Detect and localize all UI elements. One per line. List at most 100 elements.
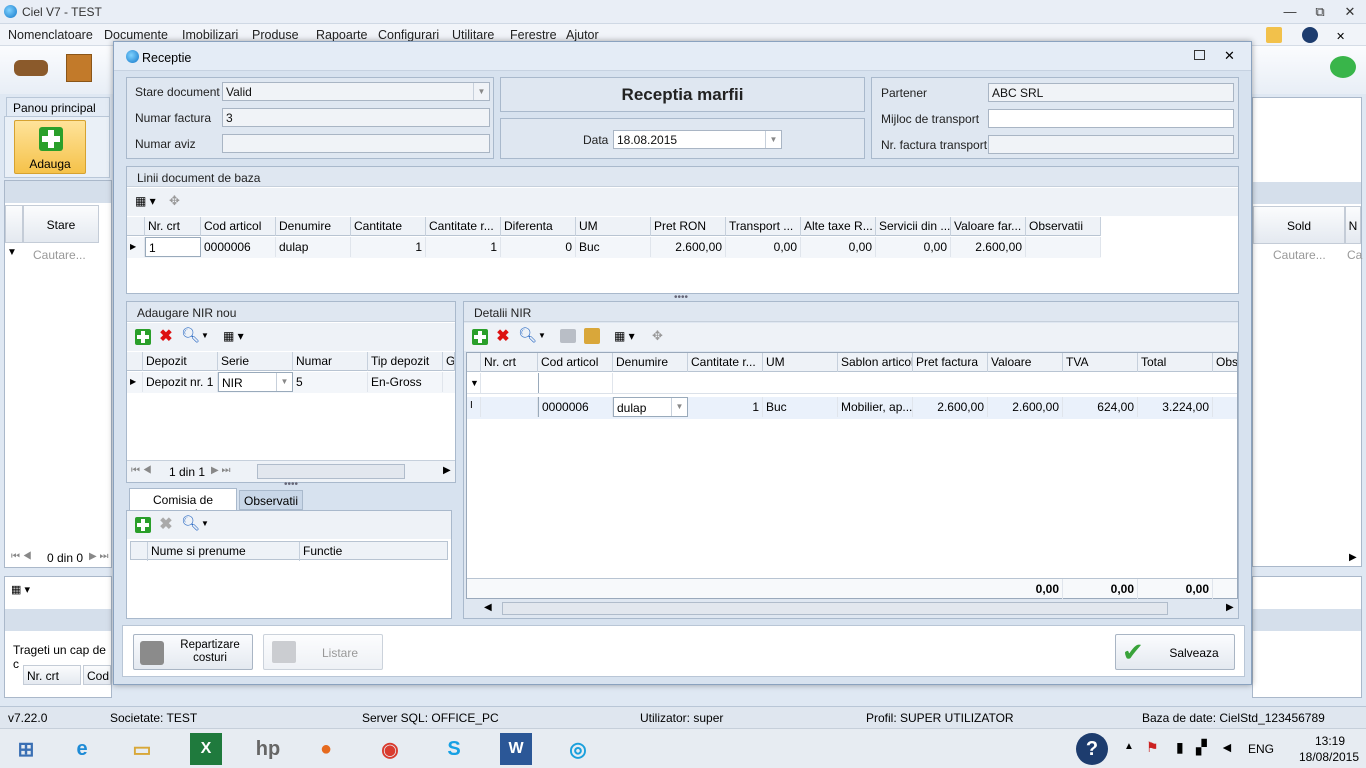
delete-icon[interactable]: ✖ <box>495 329 511 345</box>
col-denumire[interactable]: Denumire <box>613 353 688 372</box>
handshake-icon[interactable] <box>14 60 48 76</box>
move-icon[interactable]: ✥ <box>169 193 180 209</box>
cell-pret-factura[interactable]: 2.600,00 <box>913 397 988 417</box>
chevron-down-icon[interactable]: ▼ <box>473 83 489 100</box>
data-field[interactable]: 18.08.2015 ▼ <box>613 130 782 149</box>
chat-icon[interactable] <box>1330 56 1356 78</box>
skype-icon[interactable]: S <box>434 733 474 765</box>
battery-icon[interactable]: ▮ <box>1176 739 1184 756</box>
cell-diferenta[interactable]: 0 <box>501 237 576 257</box>
cell-tva[interactable]: 624,00 <box>1063 397 1138 417</box>
add-icon[interactable] <box>135 329 151 345</box>
adauga-button[interactable]: Adauga <box>14 120 86 174</box>
menu-rapoarte[interactable]: Rapoarte <box>316 28 367 42</box>
cell-nr-crt[interactable]: 1 <box>145 237 201 257</box>
cell-cod-articol[interactable]: 0000006 <box>201 237 276 257</box>
pager-first-icon[interactable]: ⏮ ◀ <box>11 551 32 562</box>
delete-icon[interactable]: ✖ <box>158 517 174 533</box>
close-icon[interactable]: ✕ <box>1336 30 1345 43</box>
search-cell[interactable]: Cautare... <box>33 248 86 262</box>
tab-comisia[interactable]: Comisia de receptie <box>129 488 237 521</box>
filter-row[interactable]: ▼ <box>467 373 1237 394</box>
explorer-icon[interactable]: ▭ <box>122 733 162 765</box>
chevron-down-icon[interactable]: ▼ <box>276 373 292 391</box>
col-depozit[interactable]: Depozit <box>143 352 218 371</box>
cell-pret-ron[interactable]: 2.600,00 <box>651 237 726 257</box>
col-valoare[interactable]: Valoare far... <box>951 217 1026 236</box>
search-icon[interactable]: 🔍︎ <box>181 328 200 344</box>
menu-configurari[interactable]: Configurari <box>378 28 439 42</box>
column-n[interactable]: N <box>1345 206 1361 244</box>
help-icon[interactable] <box>1302 27 1318 43</box>
cell-denumire[interactable]: dulap ▼ <box>613 397 688 417</box>
cell-denumire[interactable]: dulap <box>276 237 351 257</box>
print-icon[interactable] <box>560 329 576 343</box>
layout-icon[interactable]: ▦ ▾ <box>135 194 156 208</box>
layout-icon[interactable]: ▦ ▾ <box>223 329 244 343</box>
move-icon[interactable]: ✥ <box>652 328 663 344</box>
transport-field[interactable] <box>988 109 1234 128</box>
search-cell-right[interactable]: Cautare... <box>1273 248 1326 262</box>
close-button[interactable]: ✕ <box>1338 3 1362 21</box>
cell-um[interactable]: Buc <box>763 397 838 417</box>
cell-um[interactable]: Buc <box>576 237 651 257</box>
cell-cantitate[interactable]: 1 <box>351 237 426 257</box>
cell-sablon[interactable]: Mobilier, ap... <box>838 397 913 417</box>
ciel-icon[interactable]: ◎ <box>558 733 598 765</box>
box-icon[interactable] <box>66 54 92 82</box>
col-g[interactable]: G <box>443 352 455 371</box>
listare-button[interactable]: Listare <box>263 634 383 670</box>
cell-valoare[interactable]: 2.600,00 <box>951 237 1026 257</box>
chrome-icon[interactable]: ◉ <box>370 733 410 765</box>
scroll-right-icon[interactable]: ▶ <box>1226 602 1234 613</box>
layout-icon[interactable]: ▦ ▾ <box>614 329 635 343</box>
splitter-handle[interactable]: •••• <box>284 479 298 490</box>
clock-date[interactable]: 18/08/2015 <box>1294 750 1364 764</box>
col-functie[interactable]: Functie <box>300 542 447 561</box>
help-icon[interactable]: ? <box>1076 733 1108 765</box>
col-transport[interactable]: Transport ... <box>726 217 801 236</box>
search-icon[interactable]: 🔍︎ <box>518 328 537 344</box>
delete-icon[interactable]: ✖ <box>158 329 174 345</box>
menu-utilitare[interactable]: Utilitare <box>452 28 494 42</box>
col-observatii[interactable]: Observatii <box>1026 217 1101 236</box>
settings-icon[interactable] <box>1266 27 1282 43</box>
cell-servicii[interactable]: 0,00 <box>876 237 951 257</box>
col-pret-ron[interactable]: Pret RON <box>651 217 726 236</box>
restore-button[interactable]: ⧉ <box>1308 3 1332 21</box>
col-tip-depozit[interactable]: Tip depozit <box>368 352 443 371</box>
repartizare-button[interactable]: Repartizare costuri <box>133 634 253 670</box>
col-um[interactable]: UM <box>576 217 651 236</box>
table-row[interactable]: ▶ 1 0000006 dulap 1 1 0 Buc 2.600,00 0,0… <box>127 237 1101 258</box>
nr-factura-transport-field[interactable] <box>988 135 1234 154</box>
partener-field[interactable]: ABC SRL <box>988 83 1234 102</box>
maximize-icon[interactable] <box>1194 50 1205 60</box>
col-tva[interactable]: TVA <box>1063 353 1138 372</box>
cell-depozit[interactable]: Depozit nr. 1 <box>143 372 218 392</box>
col-cantitate-r[interactable]: Cantitate r... <box>426 217 501 236</box>
minimize-button[interactable]: — <box>1278 3 1302 21</box>
cell-total[interactable]: 3.224,00 <box>1138 397 1213 417</box>
search-cell-right-2[interactable]: Ca <box>1347 248 1362 262</box>
word-icon[interactable]: W <box>500 733 532 765</box>
start-icon[interactable]: ⊞ <box>6 733 46 765</box>
col-cantitate-r[interactable]: Cantitate r... <box>688 353 763 372</box>
col-valoare[interactable]: Valoare <box>988 353 1063 372</box>
col-total[interactable]: Total <box>1138 353 1213 372</box>
col-nr-crt[interactable]: Nr. crt <box>481 353 538 372</box>
column-cod[interactable]: Cod <box>83 665 111 685</box>
ie-icon[interactable]: e <box>62 733 102 765</box>
pager-next-icon[interactable]: ▶ ⏭ <box>89 551 108 562</box>
col-nr-crt[interactable]: Nr. crt <box>145 217 201 236</box>
signal-icon[interactable]: ▞ <box>1196 739 1207 756</box>
col-diferenta[interactable]: Diferenta <box>501 217 576 236</box>
add-icon[interactable] <box>472 329 488 345</box>
clock-time[interactable]: 13:19 <box>1300 734 1360 748</box>
cell-valoare[interactable]: 2.600,00 <box>988 397 1063 417</box>
col-cod-articol[interactable]: Cod articol <box>538 353 613 372</box>
scroll-right-icon[interactable]: ▶ <box>1349 552 1357 563</box>
col-serie[interactable]: Serie <box>218 352 293 371</box>
col-alte-taxe[interactable]: Alte taxe R... <box>801 217 876 236</box>
flag-icon[interactable]: ⚑ <box>1146 739 1159 756</box>
menu-documente[interactable]: Documente <box>104 28 168 42</box>
